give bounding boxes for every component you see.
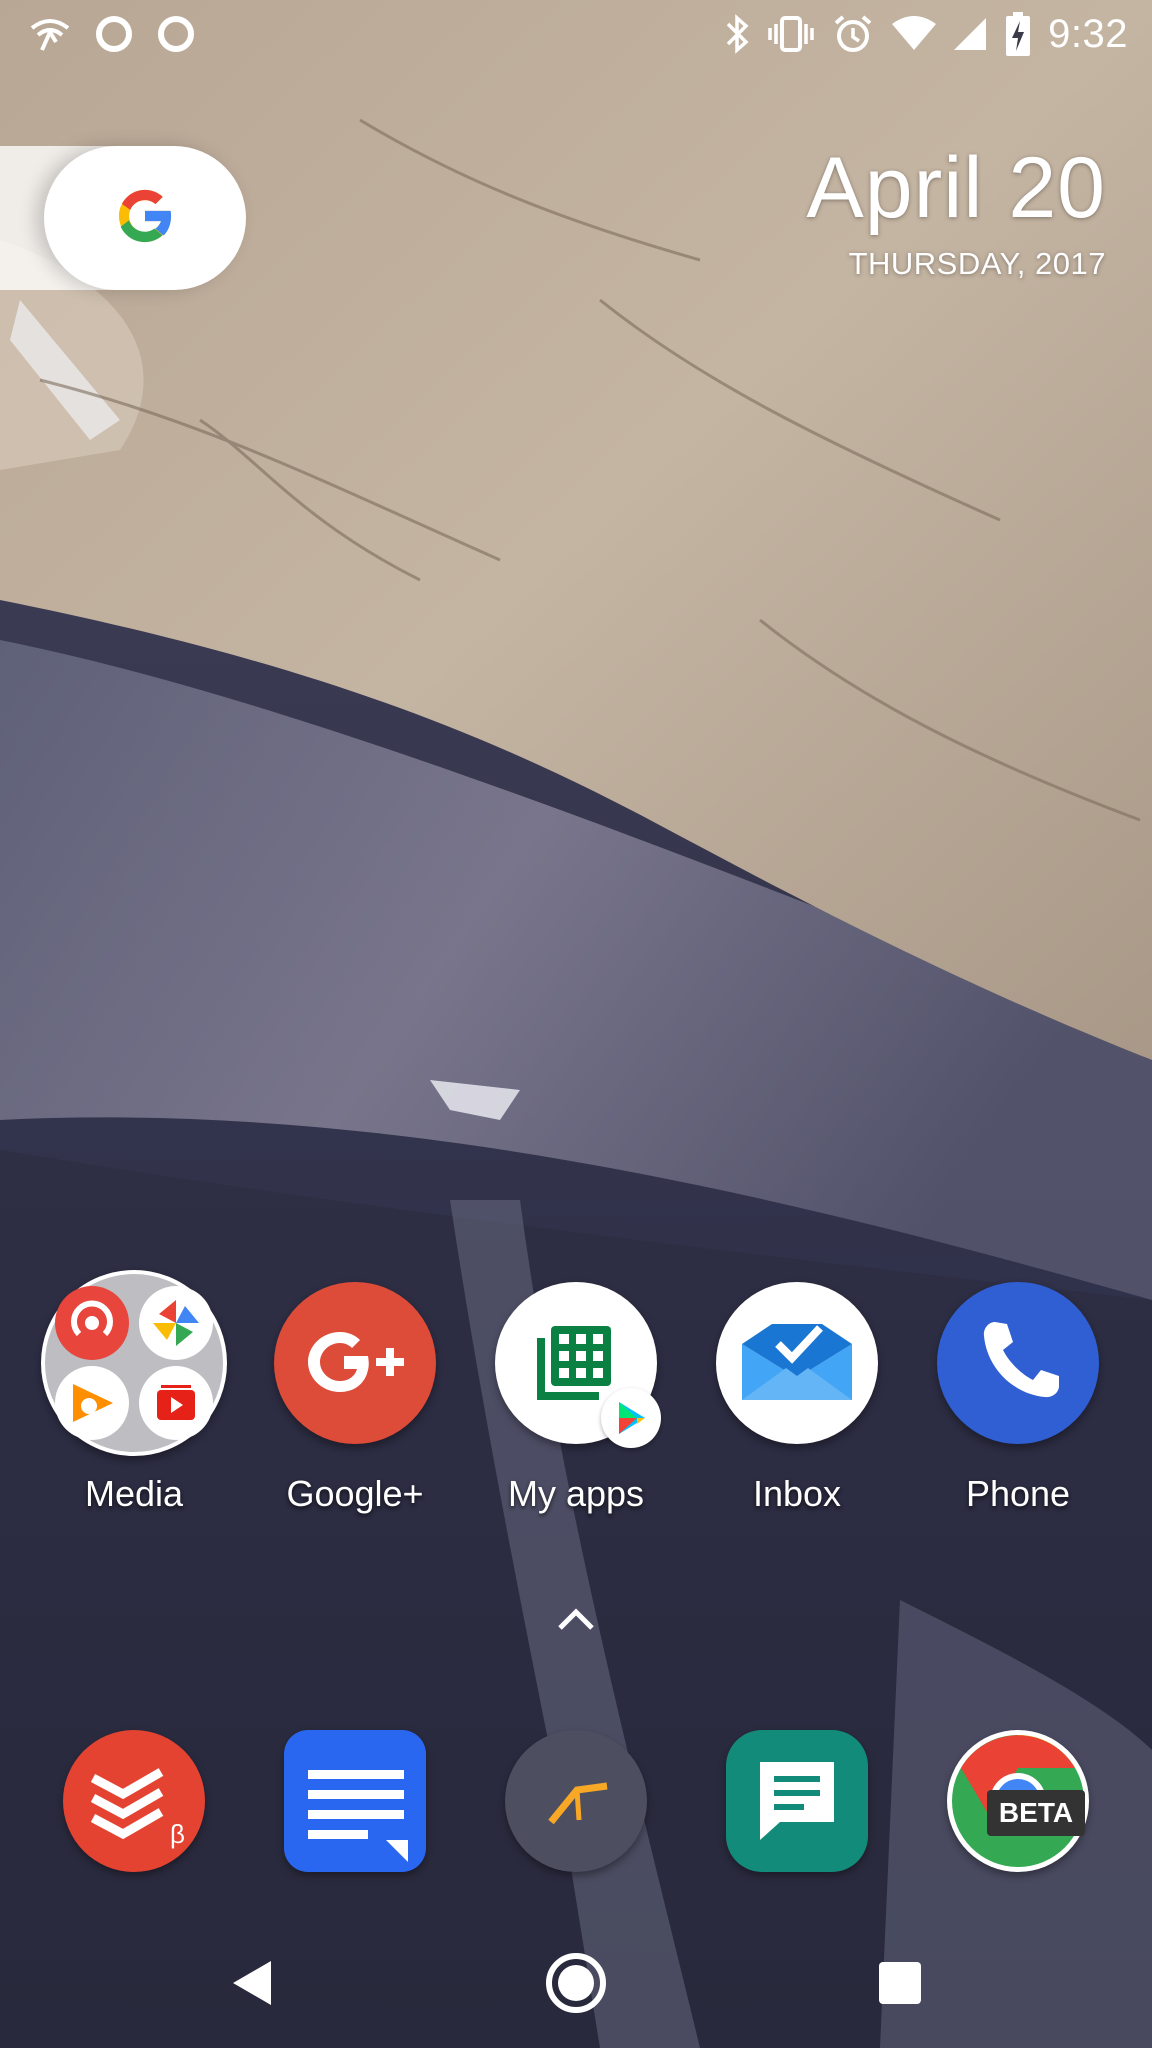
phone-icon: [937, 1282, 1099, 1444]
date-text: April 20: [806, 140, 1106, 236]
back-icon: [233, 1961, 271, 2005]
alarm-icon: [832, 13, 874, 55]
vibrate-icon: [768, 14, 814, 54]
circle-notification-icon: [156, 14, 196, 54]
app-drawer-dark-icon: [505, 1730, 647, 1872]
navigation-bar: [0, 1918, 1152, 2048]
back-button[interactable]: [192, 1918, 312, 2048]
beta-badge: BETA: [987, 1790, 1085, 1836]
app-label: Inbox: [752, 1473, 842, 1514]
wifi-icon: [892, 16, 937, 52]
app-drawer-arrow[interactable]: [556, 1606, 596, 1637]
media-folder-icon: [41, 1270, 227, 1456]
wifi-calling-icon: [28, 16, 72, 52]
app-label: Google+: [286, 1473, 424, 1514]
dock-app-messages[interactable]: [697, 1730, 897, 1872]
cell-signal-icon: [954, 16, 988, 52]
app-inbox[interactable]: Inbox: [697, 1282, 897, 1516]
google-g-icon: [111, 182, 179, 255]
my-apps-icon: [495, 1282, 661, 1448]
app-label: Phone: [965, 1473, 1071, 1514]
day-year-text: THURSDAY, 2017: [848, 246, 1106, 281]
circle-notification-icon: [94, 14, 134, 54]
dock-app-launcher[interactable]: [476, 1730, 676, 1872]
recents-icon: [879, 1962, 921, 2004]
messages-icon: [726, 1730, 868, 1872]
status-bar: 9:32: [0, 0, 1152, 66]
app-google-plus[interactable]: Google+: [255, 1282, 455, 1516]
date-widget[interactable]: April 20 THURSDAY, 2017: [806, 140, 1106, 286]
beta-badge: β: [170, 1819, 185, 1849]
google-docs-icon: [284, 1730, 426, 1872]
bluetooth-icon: [724, 14, 750, 54]
podcast-mini-icon: [55, 1286, 129, 1360]
play-music-mini-icon: [55, 1366, 129, 1440]
youtube-mini-icon: [139, 1366, 213, 1440]
status-time: 9:32: [1048, 12, 1128, 56]
google-plus-icon: [274, 1282, 436, 1444]
status-left-icons: [28, 14, 196, 54]
recents-button[interactable]: [840, 1918, 960, 2048]
home-icon: [546, 1953, 606, 2013]
app-media-folder[interactable]: Media: [34, 1270, 234, 1516]
chevron-up-icon: [558, 1608, 594, 1630]
dock-app-chrome-beta[interactable]: BETA: [918, 1730, 1118, 1872]
inbox-icon: [716, 1282, 878, 1444]
app-phone[interactable]: Phone: [918, 1282, 1118, 1516]
dock-app-todoist[interactable]: β: [34, 1730, 234, 1872]
home-button[interactable]: [516, 1918, 636, 2048]
battery-charging-icon: [1006, 12, 1031, 56]
chrome-beta-icon: BETA: [947, 1730, 1089, 1872]
status-right-icons: 9:32: [724, 10, 1128, 58]
app-label: Media: [84, 1473, 184, 1514]
app-my-apps[interactable]: My apps: [476, 1282, 676, 1516]
app-label: My apps: [507, 1473, 645, 1514]
photos-mini-icon: [139, 1286, 213, 1360]
google-search-button[interactable]: [44, 146, 246, 290]
play-store-badge-icon: [601, 1388, 661, 1448]
dock-app-docs[interactable]: [255, 1730, 455, 1872]
todoist-beta-icon: β: [63, 1730, 205, 1872]
